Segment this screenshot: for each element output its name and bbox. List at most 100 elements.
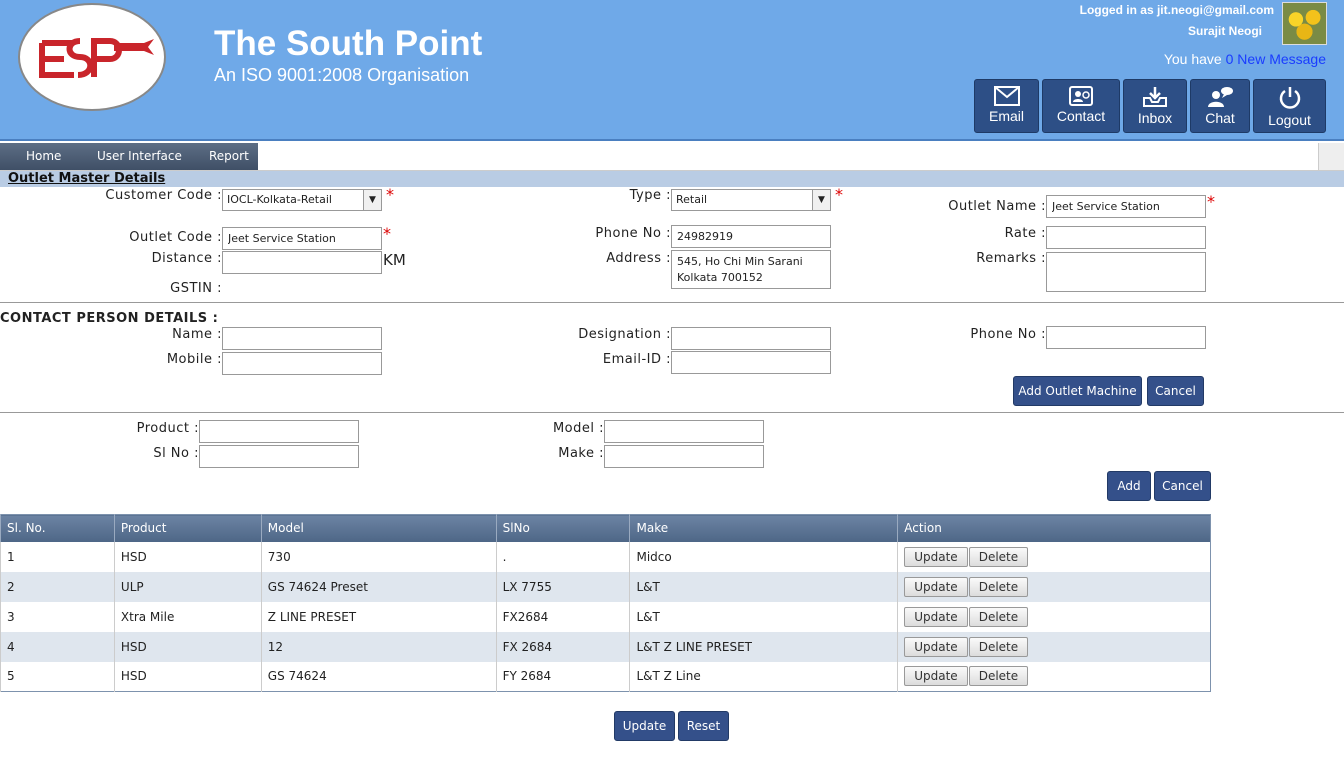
section-title: Outlet Master Details [8, 171, 166, 186]
reset-button[interactable]: Reset [678, 711, 729, 741]
contact-card-icon [1069, 86, 1093, 106]
cell-model: Z LINE PRESET [260, 601, 497, 632]
cell-slno: FX 2684 [495, 631, 630, 662]
row-delete-button[interactable]: Delete [968, 576, 1029, 597]
rate-label: Rate : [1004, 226, 1046, 241]
row-update-button[interactable]: Update [904, 606, 968, 627]
chevron-down-icon: ▼ [812, 190, 830, 210]
cell-make: Midco [629, 541, 898, 572]
logout-button[interactable]: Logout [1253, 79, 1326, 133]
message-notice: You have 0 New Message [1164, 51, 1326, 67]
cell-sl-no: 1 [0, 541, 115, 572]
cell-slno: FY 2684 [495, 661, 630, 692]
row-update-button[interactable]: Update [904, 576, 968, 597]
row-delete-button[interactable]: Delete [968, 636, 1029, 657]
row-delete-button[interactable]: Delete [968, 666, 1029, 687]
cell-action: Update Delete [897, 601, 1211, 632]
col-model[interactable]: Model [260, 514, 497, 542]
add-button[interactable]: Add [1107, 471, 1151, 501]
sl-no-label: Sl No : [153, 446, 199, 461]
cell-action: Update Delete [897, 571, 1211, 602]
cell-make: L&T [629, 601, 898, 632]
email-label: Email [988, 108, 1024, 124]
add-outlet-machine-button[interactable]: Add Outlet Machine [1013, 376, 1142, 406]
mobile-input[interactable] [222, 352, 382, 375]
main-menu: Home User Interface Report [0, 143, 258, 170]
cell-make: L&T Z Line [629, 661, 898, 692]
cell-product: ULP [113, 571, 262, 602]
required-mark: * [1207, 192, 1215, 211]
contact-phone-input[interactable] [1046, 326, 1206, 349]
avatar[interactable] [1282, 2, 1327, 45]
customer-code-select[interactable]: IOCL-Kolkata-Retail ▼ [222, 189, 382, 211]
row-delete-button[interactable]: Delete [968, 606, 1029, 627]
outlet-code-input[interactable] [222, 227, 382, 250]
col-action: Action [897, 514, 1211, 542]
inbox-tray-icon [1143, 87, 1167, 107]
type-select[interactable]: Retail ▼ [671, 189, 831, 211]
model-input[interactable] [604, 420, 764, 443]
chat-button[interactable]: Chat [1190, 79, 1250, 133]
type-label: Type : [629, 188, 671, 203]
col-sl-no[interactable]: Sl. No. [0, 514, 115, 542]
col-slno[interactable]: SlNo [495, 514, 630, 542]
menu-item-report[interactable]: Report [209, 149, 249, 163]
cell-product: Xtra Mile [113, 601, 262, 632]
make-input[interactable] [604, 445, 764, 468]
outlet-name-input[interactable] [1046, 195, 1206, 218]
power-icon [1279, 87, 1300, 109]
designation-input[interactable] [671, 327, 831, 350]
company-logo[interactable] [18, 3, 166, 111]
table-row: 2 ULP GS 74624 Preset LX 7755 L&T Update… [0, 571, 1211, 602]
product-input[interactable] [199, 420, 359, 443]
address-textarea[interactable]: 545, Ho Chi Min Sarani Kolkata 700152 [671, 250, 831, 289]
update-button[interactable]: Update [614, 711, 675, 741]
remarks-label: Remarks : [976, 251, 1046, 266]
message-count-link[interactable]: 0 New Message [1226, 51, 1326, 67]
table-row: 5 HSD GS 74624 FY 2684 L&T Z Line Update… [0, 661, 1211, 692]
chat-user-icon [1208, 87, 1233, 107]
contact-button[interactable]: Contact [1042, 79, 1120, 133]
table-row: 1 HSD 730 . Midco Update Delete [0, 541, 1211, 572]
contact-section-title: CONTACT PERSON DETAILS : [0, 311, 219, 326]
phone-no-label: Phone No : [595, 226, 671, 241]
sl-no-input[interactable] [199, 445, 359, 468]
row-update-button[interactable]: Update [904, 666, 968, 687]
col-product[interactable]: Product [113, 514, 262, 542]
machine-cancel-button[interactable]: Cancel [1154, 471, 1211, 501]
col-make[interactable]: Make [629, 514, 898, 542]
phone-no-input[interactable] [671, 225, 831, 248]
distance-input[interactable] [222, 251, 382, 274]
remarks-textarea[interactable] [1046, 252, 1206, 292]
user-name: Surajit Neogi [1187, 24, 1262, 38]
menu-bar-end [1318, 143, 1344, 170]
menu-bar: Home User Interface Report [0, 143, 1344, 171]
email-button[interactable]: Email [974, 79, 1039, 133]
required-mark: * [835, 185, 843, 204]
table-row: 4 HSD 12 FX 2684 L&T Z LINE PRESET Updat… [0, 631, 1211, 662]
cell-product: HSD [113, 661, 262, 692]
row-delete-button[interactable]: Delete [968, 546, 1029, 567]
cell-sl-no: 3 [0, 601, 115, 632]
inbox-button[interactable]: Inbox [1123, 79, 1187, 133]
logged-in-text: Logged in as jit.neogi@gmail.com [1079, 3, 1274, 17]
inbox-label: Inbox [1137, 110, 1173, 126]
machine-grid: Sl. No. Product Model SlNo Make Action 1… [0, 514, 1211, 692]
menu-item-user-interface[interactable]: User Interface [97, 149, 182, 163]
row-update-button[interactable]: Update [904, 636, 968, 657]
designation-label: Designation : [578, 327, 671, 342]
contact-cancel-button[interactable]: Cancel [1147, 376, 1204, 406]
header: The South Point An ISO 9001:2008 Organis… [0, 0, 1344, 141]
menu-item-home[interactable]: Home [26, 149, 61, 163]
cell-sl-no: 5 [0, 661, 115, 692]
email-id-input[interactable] [671, 351, 831, 374]
customer-code-label: Customer Code : [105, 188, 222, 203]
contact-name-input[interactable] [222, 327, 382, 350]
required-mark: * [383, 224, 391, 243]
site-title: The South Point [214, 24, 483, 63]
chat-label: Chat [1205, 110, 1235, 126]
row-update-button[interactable]: Update [904, 546, 968, 567]
rate-input[interactable] [1046, 226, 1206, 249]
distance-label: Distance : [151, 251, 222, 266]
address-label: Address : [606, 251, 671, 266]
